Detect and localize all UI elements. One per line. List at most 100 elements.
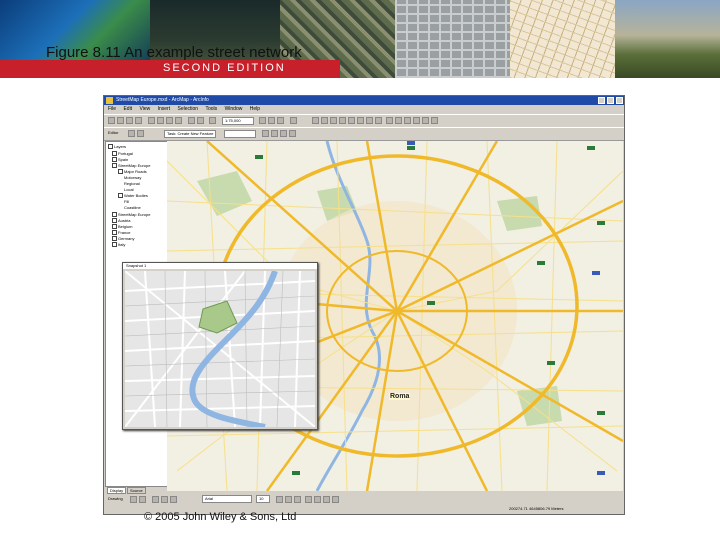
editor-toolbar: Editor Task: Create New Feature: [104, 127, 624, 141]
menu-tools[interactable]: Tools: [205, 106, 217, 112]
menu-view[interactable]: View: [139, 106, 150, 112]
close-button[interactable]: [616, 97, 623, 104]
task-dropdown[interactable]: Task: Create New Feature: [164, 130, 216, 138]
print-icon[interactable]: [135, 117, 142, 124]
open-icon[interactable]: [117, 117, 124, 124]
toc-layer-france[interactable]: France: [112, 230, 130, 235]
menu-insert[interactable]: Insert: [158, 106, 171, 112]
pan-icon[interactable]: [348, 117, 355, 124]
find-icon[interactable]: [413, 117, 420, 124]
rotate-tool-icon[interactable]: [271, 130, 278, 137]
tab-display[interactable]: Display: [107, 487, 126, 494]
toc-layer-streetmap-europe-2[interactable]: StreetMap Europe: [112, 212, 150, 217]
magnifier-map[interactable]: [125, 271, 315, 427]
standard-toolbar: 1:75,000: [104, 114, 624, 128]
toc-layer-austria[interactable]: Austria: [112, 218, 130, 223]
delete-icon[interactable]: [175, 117, 182, 124]
toc-layer-coastline[interactable]: Coastline: [124, 205, 141, 210]
edit-vertices-icon[interactable]: [170, 496, 177, 503]
menu-help[interactable]: Help: [250, 106, 260, 112]
figure-title: Figure 8.11 An example street network: [46, 44, 302, 61]
tab-source[interactable]: Source: [127, 487, 146, 494]
toc-layer-regional[interactable]: Regional: [124, 181, 140, 186]
fixed-zoom-in-icon[interactable]: [330, 117, 337, 124]
menu-bar: File Edit View Insert Selection Tools Wi…: [104, 105, 624, 114]
redo-icon[interactable]: [197, 117, 204, 124]
save-icon[interactable]: [126, 117, 133, 124]
arctoolbox-icon[interactable]: [277, 117, 284, 124]
toc-layer-italy[interactable]: Italy: [112, 242, 125, 247]
sketch-properties-icon[interactable]: [289, 130, 296, 137]
slide-banner: SECOND EDITION Figure 8.11 An example st…: [0, 0, 720, 78]
magnifier-title: Snapshot 1: [126, 263, 146, 268]
menu-edit[interactable]: Edit: [123, 106, 132, 112]
drawing-menu[interactable]: Drawing: [108, 494, 123, 504]
toc-layer-belgium[interactable]: Belgium: [112, 224, 132, 229]
italic-icon[interactable]: [285, 496, 292, 503]
line-color-icon[interactable]: [323, 496, 330, 503]
cut-icon[interactable]: [148, 117, 155, 124]
undo-icon[interactable]: [188, 117, 195, 124]
toc-layer-fill[interactable]: Fill: [124, 199, 129, 204]
minimize-button[interactable]: [598, 97, 605, 104]
full-extent-icon[interactable]: [357, 117, 364, 124]
underline-icon[interactable]: [294, 496, 301, 503]
magnifier-window[interactable]: Snapshot 1: [122, 262, 318, 430]
banner-street-map-image: [510, 0, 615, 78]
menu-window[interactable]: Window: [225, 106, 243, 112]
banner-street-grid-image: [395, 0, 510, 78]
measure-icon[interactable]: [422, 117, 429, 124]
map-scale-field[interactable]: 1:75,000: [222, 117, 254, 125]
split-tool-icon[interactable]: [262, 130, 269, 137]
editor-toolbar-icon[interactable]: [259, 117, 266, 124]
bold-icon[interactable]: [276, 496, 283, 503]
menu-file[interactable]: File: [108, 106, 116, 112]
editor-menu[interactable]: Editor: [108, 130, 118, 135]
maximize-button[interactable]: [607, 97, 614, 104]
zoom-in-icon[interactable]: [312, 117, 319, 124]
toc-layer-major-roads[interactable]: Major Roads: [118, 169, 147, 174]
text-tool-icon[interactable]: [161, 496, 168, 503]
fixed-zoom-out-icon[interactable]: [339, 117, 346, 124]
font-size-dropdown[interactable]: 10: [256, 495, 270, 503]
font-dropdown[interactable]: Arial: [202, 495, 252, 503]
back-extent-icon[interactable]: [366, 117, 373, 124]
magnifier-title-bar[interactable]: Snapshot 1: [123, 263, 317, 269]
toc-layer-motorway[interactable]: Motorway: [124, 175, 141, 180]
toc-layer-germany[interactable]: Germany: [112, 236, 134, 241]
copyright-notice: © 2005 John Wiley & Sons, Ltd: [144, 511, 296, 523]
menu-selection[interactable]: Selection: [178, 106, 199, 112]
marker-color-icon[interactable]: [332, 496, 339, 503]
window-title-bar[interactable]: StreetMap Europe.mxd - ArcMap - ArcInfo: [104, 96, 624, 105]
target-layer-dropdown[interactable]: [224, 130, 256, 138]
add-data-icon[interactable]: [209, 117, 216, 124]
toc-layer-streetmap-europe[interactable]: StreetMap Europe: [112, 163, 150, 168]
toc-layer-portugal[interactable]: Portugal: [112, 151, 133, 156]
fill-color-icon[interactable]: [314, 496, 321, 503]
select-elements-icon[interactable]: [395, 117, 402, 124]
rotate-element-icon[interactable]: [139, 496, 146, 503]
forward-extent-icon[interactable]: [375, 117, 382, 124]
toc-layer-spain[interactable]: Spain: [112, 157, 128, 162]
paste-icon[interactable]: [166, 117, 173, 124]
zoom-out-icon[interactable]: [321, 117, 328, 124]
toc-layer-water-bodies[interactable]: Water Bodies: [118, 193, 148, 198]
select-features-icon[interactable]: [386, 117, 393, 124]
toc-root-layers[interactable]: Layers: [108, 144, 126, 149]
sketch-tool-icon[interactable]: [128, 130, 135, 137]
arccatalog-icon[interactable]: [268, 117, 275, 124]
banner-city-image: [615, 0, 720, 78]
status-coordinates: 200274.71 4645806.79 Meters: [509, 504, 564, 514]
toc-layer-local[interactable]: Local: [124, 187, 134, 192]
attributes-icon[interactable]: [280, 130, 287, 137]
copy-icon[interactable]: [157, 117, 164, 124]
edit-tool-icon[interactable]: [137, 130, 144, 137]
identify-icon[interactable]: [404, 117, 411, 124]
rectangle-tool-icon[interactable]: [152, 496, 159, 503]
whats-this-icon[interactable]: [290, 117, 297, 124]
select-elements-tool-icon[interactable]: [130, 496, 137, 503]
map-label-roma: Roma: [389, 393, 410, 400]
font-color-icon[interactable]: [305, 496, 312, 503]
hyperlink-icon[interactable]: [431, 117, 438, 124]
new-icon[interactable]: [108, 117, 115, 124]
